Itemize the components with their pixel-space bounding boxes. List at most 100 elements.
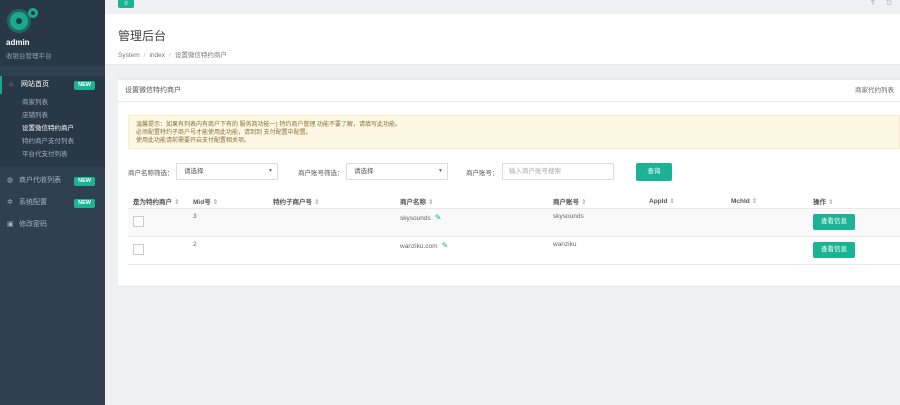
row-checkbox[interactable]: [133, 243, 144, 255]
col-sub-mch[interactable]: 特约子商户号 ⇕: [268, 194, 395, 209]
sidebar-item-change-password[interactable]: ▣ 修改密码: [0, 217, 105, 233]
col-is-special[interactable]: 是为特约商户 ⇕: [128, 194, 188, 209]
help-icon[interactable]: ?: [871, 0, 875, 7]
table-row: 2 wanziku.com ✎ wanziku 查看信息: [128, 236, 900, 265]
cell-sub-mch: [268, 208, 395, 237]
submenu-item-special-payments[interactable]: 特约商户支付列表: [0, 135, 105, 148]
home-icon: ⌂: [9, 81, 14, 88]
col-mchid[interactable]: MchId ⇕: [726, 194, 808, 209]
new-badge: NEW: [74, 199, 95, 208]
cell-appid: [644, 208, 726, 237]
sidebar-submenu: 商家列表 店铺列表 设置微信特约商户 特约商户支付列表 平台代支付列表: [0, 94, 105, 167]
cell-mid: 2: [188, 236, 268, 265]
panel-title: 设置微信特约商户: [125, 87, 181, 94]
gears-logo-icon: [6, 6, 40, 34]
globe-icon: ◍: [7, 177, 14, 184]
cell-mchid: [726, 236, 808, 265]
chevron-down-icon: ▼: [438, 168, 443, 174]
new-badge: NEW: [74, 177, 95, 186]
cell-action: 查看信息: [808, 208, 900, 237]
merchant-table: 是为特约商户 ⇕ Mid号 ⇕ 特约子商户号 ⇕ 商户名称 ⇕ 商户账号 ⇕ AppId ⇕…: [128, 194, 900, 265]
submenu-item-stores[interactable]: 店铺列表: [0, 109, 105, 122]
type-filter-label: 商户账号筛选：: [298, 170, 344, 177]
sort-icon: ⇕: [751, 197, 758, 205]
sort-icon: ⇕: [428, 198, 434, 206]
cell-account: skysounds: [548, 208, 644, 237]
lock-icon: ▣: [7, 221, 14, 228]
type-filter-value: 请选择: [354, 168, 374, 175]
submenu-item-platform-payments[interactable]: 平台代支付列表: [0, 148, 105, 161]
chevron-down-icon: ▼: [268, 168, 273, 174]
view-info-button[interactable]: 查看信息: [813, 241, 855, 258]
view-info-button[interactable]: 查看信息: [813, 213, 855, 230]
table-row: 3 skysounds ✎ skysounds 查看信息: [128, 208, 900, 237]
sidebar-item-label: 修改密码: [19, 221, 47, 228]
sidebar-item-system-config[interactable]: ✲ 系统配置 NEW: [0, 195, 105, 211]
cell-action: 查看信息: [808, 236, 900, 265]
cell-account: wanziku: [548, 236, 644, 265]
breadcrumb-current: 设置微信特约商户: [174, 52, 227, 59]
sidebar-item-label: 网站首页: [21, 81, 49, 88]
status-filter-label: 商户名称筛选：: [128, 170, 174, 177]
brand-subtitle: 收银台管理平台: [6, 53, 52, 60]
menu-toggle-button[interactable]: ≡: [118, 0, 134, 8]
page-heading: 管理后台 System / index / 设置微信特约商户: [105, 14, 900, 65]
merchant-name: skysounds: [400, 214, 431, 222]
sort-icon: ⇕: [174, 198, 180, 206]
sidebar: admin 收银台管理平台 ⌂ 网站首页 NEW 商家列表 店铺列表 设置微信特约…: [0, 0, 105, 405]
panel-header: 设置微信特约商户 商家代约列表: [118, 80, 900, 102]
cell-name: skysounds ✎: [395, 208, 548, 237]
col-action[interactable]: 操作 ⇕: [808, 194, 900, 209]
sidebar-item-merchant-collection[interactable]: ◍ 商户代收列表 NEW: [0, 173, 105, 189]
sort-icon: ⇕: [212, 198, 219, 206]
alert-line: 必须配置特约子商户号才能使用此功能，请到到 支付配置中配置。: [136, 130, 312, 136]
topbar: ≡ ? ⎋: [105, 0, 900, 14]
breadcrumb: System / index / 设置微信特约商户: [118, 52, 227, 59]
col-mid[interactable]: Mid号 ⇕: [188, 194, 268, 209]
panel-right-link[interactable]: 商家代约列表: [855, 80, 894, 102]
submenu-item-merchants[interactable]: 商家列表: [0, 96, 105, 109]
sidebar-item-label: 商户代收列表: [19, 177, 61, 184]
query-button[interactable]: 查询: [636, 163, 672, 181]
col-name[interactable]: 商户名称 ⇕: [395, 194, 548, 209]
breadcrumb-system[interactable]: System: [118, 52, 140, 59]
merchant-name: wanziku.com: [400, 242, 438, 250]
content-panel: 设置微信特约商户 商家代约列表 温馨提示：如果有列表内有商户下有的 服务商功能一…: [118, 78, 900, 285]
breadcrumb-index[interactable]: index: [149, 52, 165, 59]
sidebar-item-home[interactable]: ⌂ 网站首页 NEW: [0, 76, 105, 94]
cell-sub-mch: [268, 236, 395, 265]
gear-icon: ✲: [7, 199, 13, 206]
alert-line: 使用此功能请前需要开启支付配置相关项。: [136, 138, 251, 144]
alert-line: 温馨提示：如果有列表内有商户下有的 服务商功能一) 特约商户管理 功能不要了解，…: [136, 122, 402, 128]
page-title: 管理后台: [118, 29, 167, 43]
cell-mid: 3: [188, 208, 268, 237]
cell-appid: [644, 236, 726, 265]
exit-icon[interactable]: ⎋: [886, 0, 892, 7]
top-icons: ? ⎋: [861, 0, 892, 8]
row-checkbox[interactable]: [133, 215, 144, 227]
account-search-input[interactable]: 输入商户账号搜索: [502, 163, 614, 180]
edit-icon[interactable]: ✎: [442, 241, 449, 250]
account-filter-label: 商户账号：: [466, 170, 499, 177]
brand-name: admin: [6, 38, 30, 47]
type-filter-select[interactable]: 请选择 ▼: [346, 163, 448, 180]
sort-icon: ⇕: [669, 197, 675, 205]
sort-icon: ⇕: [314, 198, 320, 206]
edit-icon[interactable]: ✎: [435, 213, 442, 222]
col-account[interactable]: 商户账号 ⇕: [548, 194, 644, 209]
cell-name: wanziku.com ✎: [395, 236, 548, 265]
brand: admin 收银台管理平台: [0, 0, 105, 66]
status-filter-select[interactable]: 请选择 ▼: [176, 163, 278, 180]
sidebar-nav: ⌂ 网站首页 NEW 商家列表 店铺列表 设置微信特约商户 特约商户支付列表 平台…: [0, 76, 105, 233]
warning-alert: 温馨提示：如果有列表内有商户下有的 服务商功能一) 特约商户管理 功能不要了解，…: [128, 115, 900, 149]
col-appid[interactable]: AppId ⇕: [644, 194, 726, 209]
submenu-item-special-merchant[interactable]: 设置微信特约商户: [0, 122, 105, 135]
sort-icon: ⇕: [581, 198, 587, 206]
filter-bar: 商户名称筛选： 请选择 ▼ 商户账号筛选： 请选择 ▼ 商户账号： 输入商户账号…: [128, 163, 900, 183]
status-filter-value: 请选择: [184, 168, 204, 175]
new-badge: NEW: [74, 81, 95, 90]
sort-icon: ⇕: [828, 198, 834, 206]
table-header-row: 是为特约商户 ⇕ Mid号 ⇕ 特约子商户号 ⇕ 商户名称 ⇕ 商户账号 ⇕ AppId ⇕…: [128, 194, 900, 209]
cell-mchid: [726, 208, 808, 237]
sidebar-item-label: 系统配置: [19, 199, 47, 206]
